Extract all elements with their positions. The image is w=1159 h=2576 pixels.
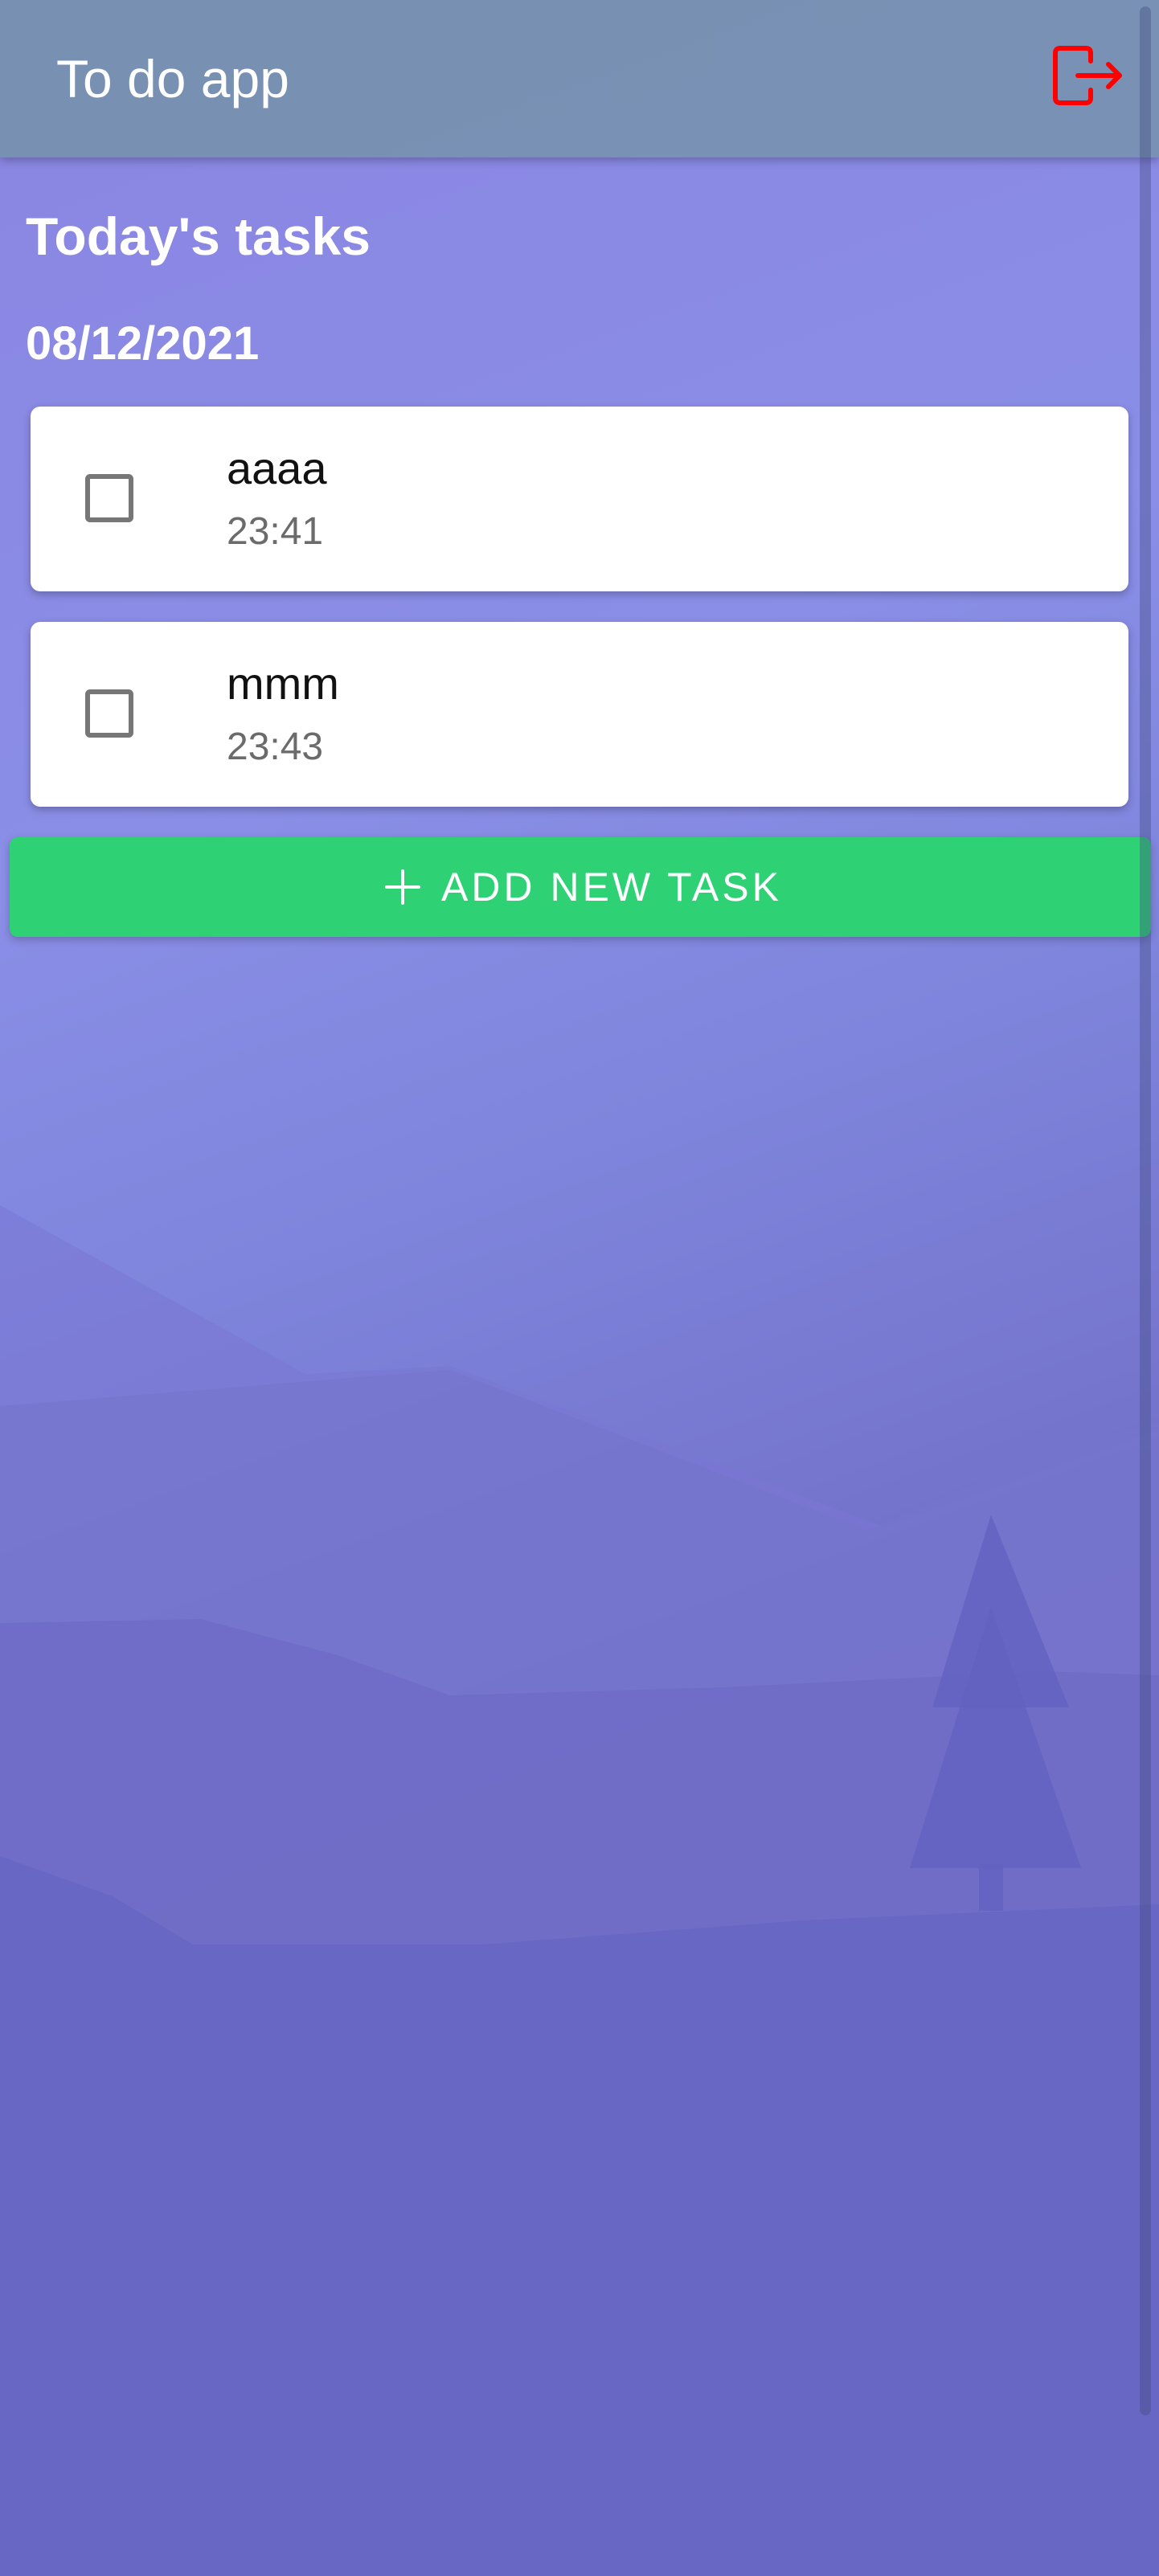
task-time: 23:43 (227, 726, 324, 768)
task-time: 23:41 (227, 510, 324, 553)
scrollbar[interactable] (1140, 6, 1151, 2415)
task-item[interactable]: aaaa 23:41 (31, 407, 1128, 591)
date-label: 08/12/2021 (26, 317, 260, 370)
task-name: mmm (227, 658, 339, 709)
task-item[interactable]: mmm 23:43 (31, 622, 1128, 807)
app-title: To do app (56, 49, 289, 108)
task-checkbox[interactable] (85, 689, 133, 738)
logout-icon (1053, 46, 1122, 105)
plus-icon (385, 869, 420, 905)
landscape-background (0, 1205, 1159, 2576)
app-header: To do app (0, 0, 1159, 157)
page-heading: Today's tasks (26, 206, 371, 266)
logout-button[interactable] (1045, 37, 1130, 114)
task-list: aaaa 23:41 mmm 23:43 (31, 407, 1128, 837)
task-checkbox[interactable] (85, 474, 133, 522)
add-new-task-button[interactable]: ADD NEW TASK (10, 837, 1151, 937)
task-name: aaaa (227, 443, 327, 493)
add-new-task-label: ADD NEW TASK (441, 865, 782, 910)
